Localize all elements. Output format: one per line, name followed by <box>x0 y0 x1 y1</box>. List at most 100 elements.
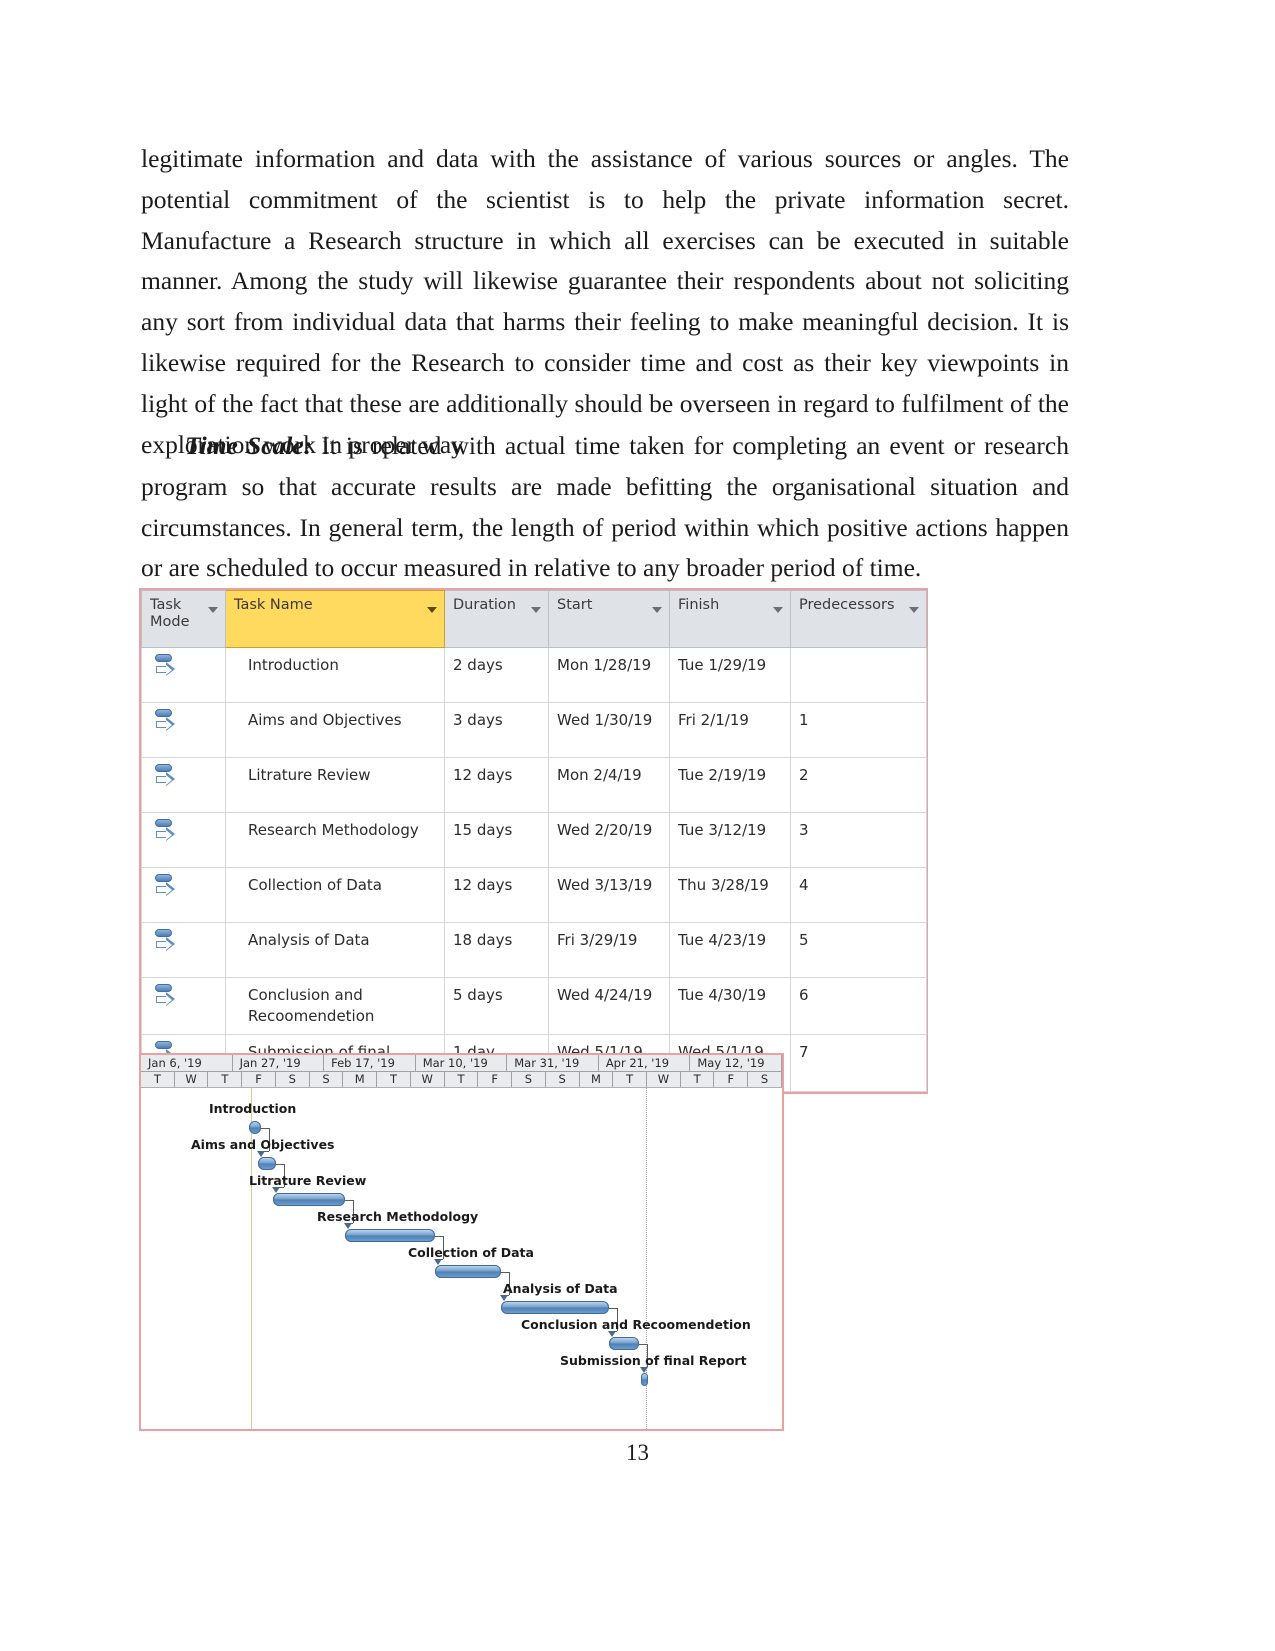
cell-predecessors[interactable]: 3 <box>790 812 927 868</box>
timescale-day-label: F <box>242 1072 276 1087</box>
cell-duration[interactable]: 12 days <box>444 867 549 923</box>
table-row[interactable]: Aims and Objectives 3 days Wed 1/30/19 Fri … <box>141 702 927 758</box>
cell-predecessors[interactable]: 4 <box>790 867 927 923</box>
cell-start-date[interactable]: Mon 1/28/19 <box>548 647 670 703</box>
cell-task-name[interactable]: Conclusion and Recoomendetion <box>225 977 445 1035</box>
table-row[interactable]: Research Methodology 15 days Wed 2/20/19 Tu… <box>141 812 927 868</box>
cell-predecessors[interactable] <box>790 647 927 703</box>
cell-start-date[interactable]: Fri 3/29/19 <box>548 922 670 978</box>
cell-task-name[interactable]: Research Methodology <box>225 812 445 868</box>
column-header-label: Finish <box>678 597 720 613</box>
cell-finish-date[interactable]: Tue 4/23/19 <box>669 922 791 978</box>
gantt-bar[interactable] <box>501 1301 609 1314</box>
cell-predecessors[interactable]: 6 <box>790 977 927 1035</box>
gantt-bar[interactable] <box>249 1121 261 1134</box>
chevron-down-icon[interactable] <box>652 607 662 613</box>
chevron-down-icon[interactable] <box>208 607 218 613</box>
column-header-duration[interactable]: Duration <box>444 590 549 648</box>
gantt-plot-area: Introduction Aims and Objectives Litrature… <box>141 1088 782 1429</box>
table-row[interactable]: Introduction 2 days Mon 1/28/19 Tue 1/29/19 <box>141 647 927 703</box>
cell-task-mode[interactable] <box>141 757 226 813</box>
cell-predecessors[interactable]: 5 <box>790 922 927 978</box>
cell-start-date[interactable]: Mon 2/4/19 <box>548 757 670 813</box>
column-header-start[interactable]: Start <box>548 590 670 648</box>
column-header-label: Task Mode <box>150 597 190 630</box>
timescale-month-label: Mar 31, '19 <box>507 1055 599 1072</box>
cell-task-name[interactable]: Aims and Objectives <box>225 702 445 758</box>
table-row[interactable]: Litrature Review 12 days Mon 2/4/19 Tue 2/1… <box>141 757 927 813</box>
timescale-month-label: May 12, '19 <box>690 1055 782 1072</box>
gantt-chart: Jan 6, '19 Jan 27, '19 Feb 17, '19 Mar 10, … <box>139 1053 784 1431</box>
cell-duration[interactable]: 18 days <box>444 922 549 978</box>
cell-task-mode[interactable] <box>141 922 226 978</box>
timescale-day-label: M <box>579 1072 614 1087</box>
column-header-task-name[interactable]: Task Name <box>225 590 445 648</box>
cell-start-date[interactable]: Wed 2/20/19 <box>548 812 670 868</box>
timescale-day-label: S <box>545 1072 580 1087</box>
table-header-row: Task Mode Task Name Duration Start Finis… <box>141 590 927 648</box>
cell-finish-date[interactable]: Tue 2/19/19 <box>669 757 791 813</box>
cell-task-mode[interactable] <box>141 812 226 868</box>
column-header-finish[interactable]: Finish <box>669 590 791 648</box>
cell-duration[interactable]: 5 days <box>444 977 549 1035</box>
cell-task-name[interactable]: Collection of Data <box>225 867 445 923</box>
gantt-bar[interactable] <box>273 1193 345 1206</box>
document-page: legitimate information and data with the… <box>0 0 1275 1651</box>
gantt-bar[interactable] <box>435 1265 501 1278</box>
cell-start-date[interactable]: Wed 1/30/19 <box>548 702 670 758</box>
gantt-bar[interactable] <box>345 1229 435 1242</box>
column-header-label: Duration <box>453 597 516 613</box>
cell-task-mode[interactable] <box>141 702 226 758</box>
column-header-predecessors[interactable]: Predecessors <box>790 590 927 648</box>
cell-task-mode[interactable] <box>141 867 226 923</box>
chevron-down-icon[interactable] <box>773 607 783 613</box>
cell-duration[interactable]: 3 days <box>444 702 549 758</box>
timescale-day-label: S <box>748 1072 782 1087</box>
cell-duration[interactable]: 15 days <box>444 812 549 868</box>
task-table: Task Mode Task Name Duration Start Finis… <box>141 590 927 1092</box>
cell-finish-date[interactable]: Fri 2/1/19 <box>669 702 791 758</box>
cell-finish-date[interactable]: Tue 1/29/19 <box>669 647 791 703</box>
timescale-day-label: T <box>613 1072 648 1087</box>
timescale-month-label: Jan 6, '19 <box>141 1055 233 1072</box>
gantt-bar-label: Aims and Objectives <box>191 1137 335 1152</box>
timescale-day-label: S <box>309 1072 344 1087</box>
gantt-bar-label: Collection of Data <box>408 1245 534 1260</box>
gantt-bar-label: Conclusion and Recoomendetion <box>521 1317 751 1332</box>
cell-task-name[interactable]: Litrature Review <box>225 757 445 813</box>
page-number: 13 <box>626 1440 649 1465</box>
timescale-day-label: W <box>174 1072 209 1087</box>
auto-schedule-icon <box>154 708 180 738</box>
cell-predecessors[interactable]: 1 <box>790 702 927 758</box>
auto-schedule-icon <box>154 818 180 848</box>
gantt-bar[interactable] <box>258 1157 276 1170</box>
chevron-down-icon[interactable] <box>909 607 919 613</box>
cell-finish-date[interactable]: Tue 4/30/19 <box>669 977 791 1035</box>
cell-task-mode[interactable] <box>141 977 226 1035</box>
table-row[interactable]: Analysis of Data 18 days Fri 3/29/19 Tue 4/… <box>141 922 927 978</box>
auto-schedule-icon <box>154 873 180 903</box>
project-task-table: Task Mode Task Name Duration Start Finis… <box>139 588 928 1094</box>
table-row[interactable]: Collection of Data 12 days Wed 3/13/19 Thu … <box>141 867 927 923</box>
table-row[interactable]: Conclusion and Recoomendetion 5 days Wed 4… <box>141 977 927 1035</box>
cell-predecessors[interactable]: 7 <box>790 1034 927 1092</box>
cell-predecessors[interactable]: 2 <box>790 757 927 813</box>
cell-start-date[interactable]: Wed 3/13/19 <box>548 867 670 923</box>
cell-start-date[interactable]: Wed 4/24/19 <box>548 977 670 1035</box>
cell-duration[interactable]: 2 days <box>444 647 549 703</box>
cell-finish-date[interactable]: Thu 3/28/19 <box>669 867 791 923</box>
gantt-bar[interactable] <box>609 1337 639 1350</box>
cell-duration[interactable]: 12 days <box>444 757 549 813</box>
auto-schedule-icon <box>154 653 180 683</box>
chevron-down-icon[interactable] <box>427 607 437 613</box>
gantt-bar-label: Litrature Review <box>249 1173 367 1188</box>
timescale-month-label: Jan 27, '19 <box>232 1055 325 1072</box>
column-header-task-mode[interactable]: Task Mode <box>141 590 226 648</box>
cell-finish-date[interactable]: Tue 3/12/19 <box>669 812 791 868</box>
gantt-timescale-header: Jan 6, '19 Jan 27, '19 Feb 17, '19 Mar 10, … <box>141 1055 782 1088</box>
cell-task-name[interactable]: Introduction <box>225 647 445 703</box>
cell-task-name[interactable]: Analysis of Data <box>225 922 445 978</box>
chevron-down-icon[interactable] <box>531 607 541 613</box>
cell-task-mode[interactable] <box>141 647 226 703</box>
gantt-bar[interactable] <box>641 1373 648 1386</box>
